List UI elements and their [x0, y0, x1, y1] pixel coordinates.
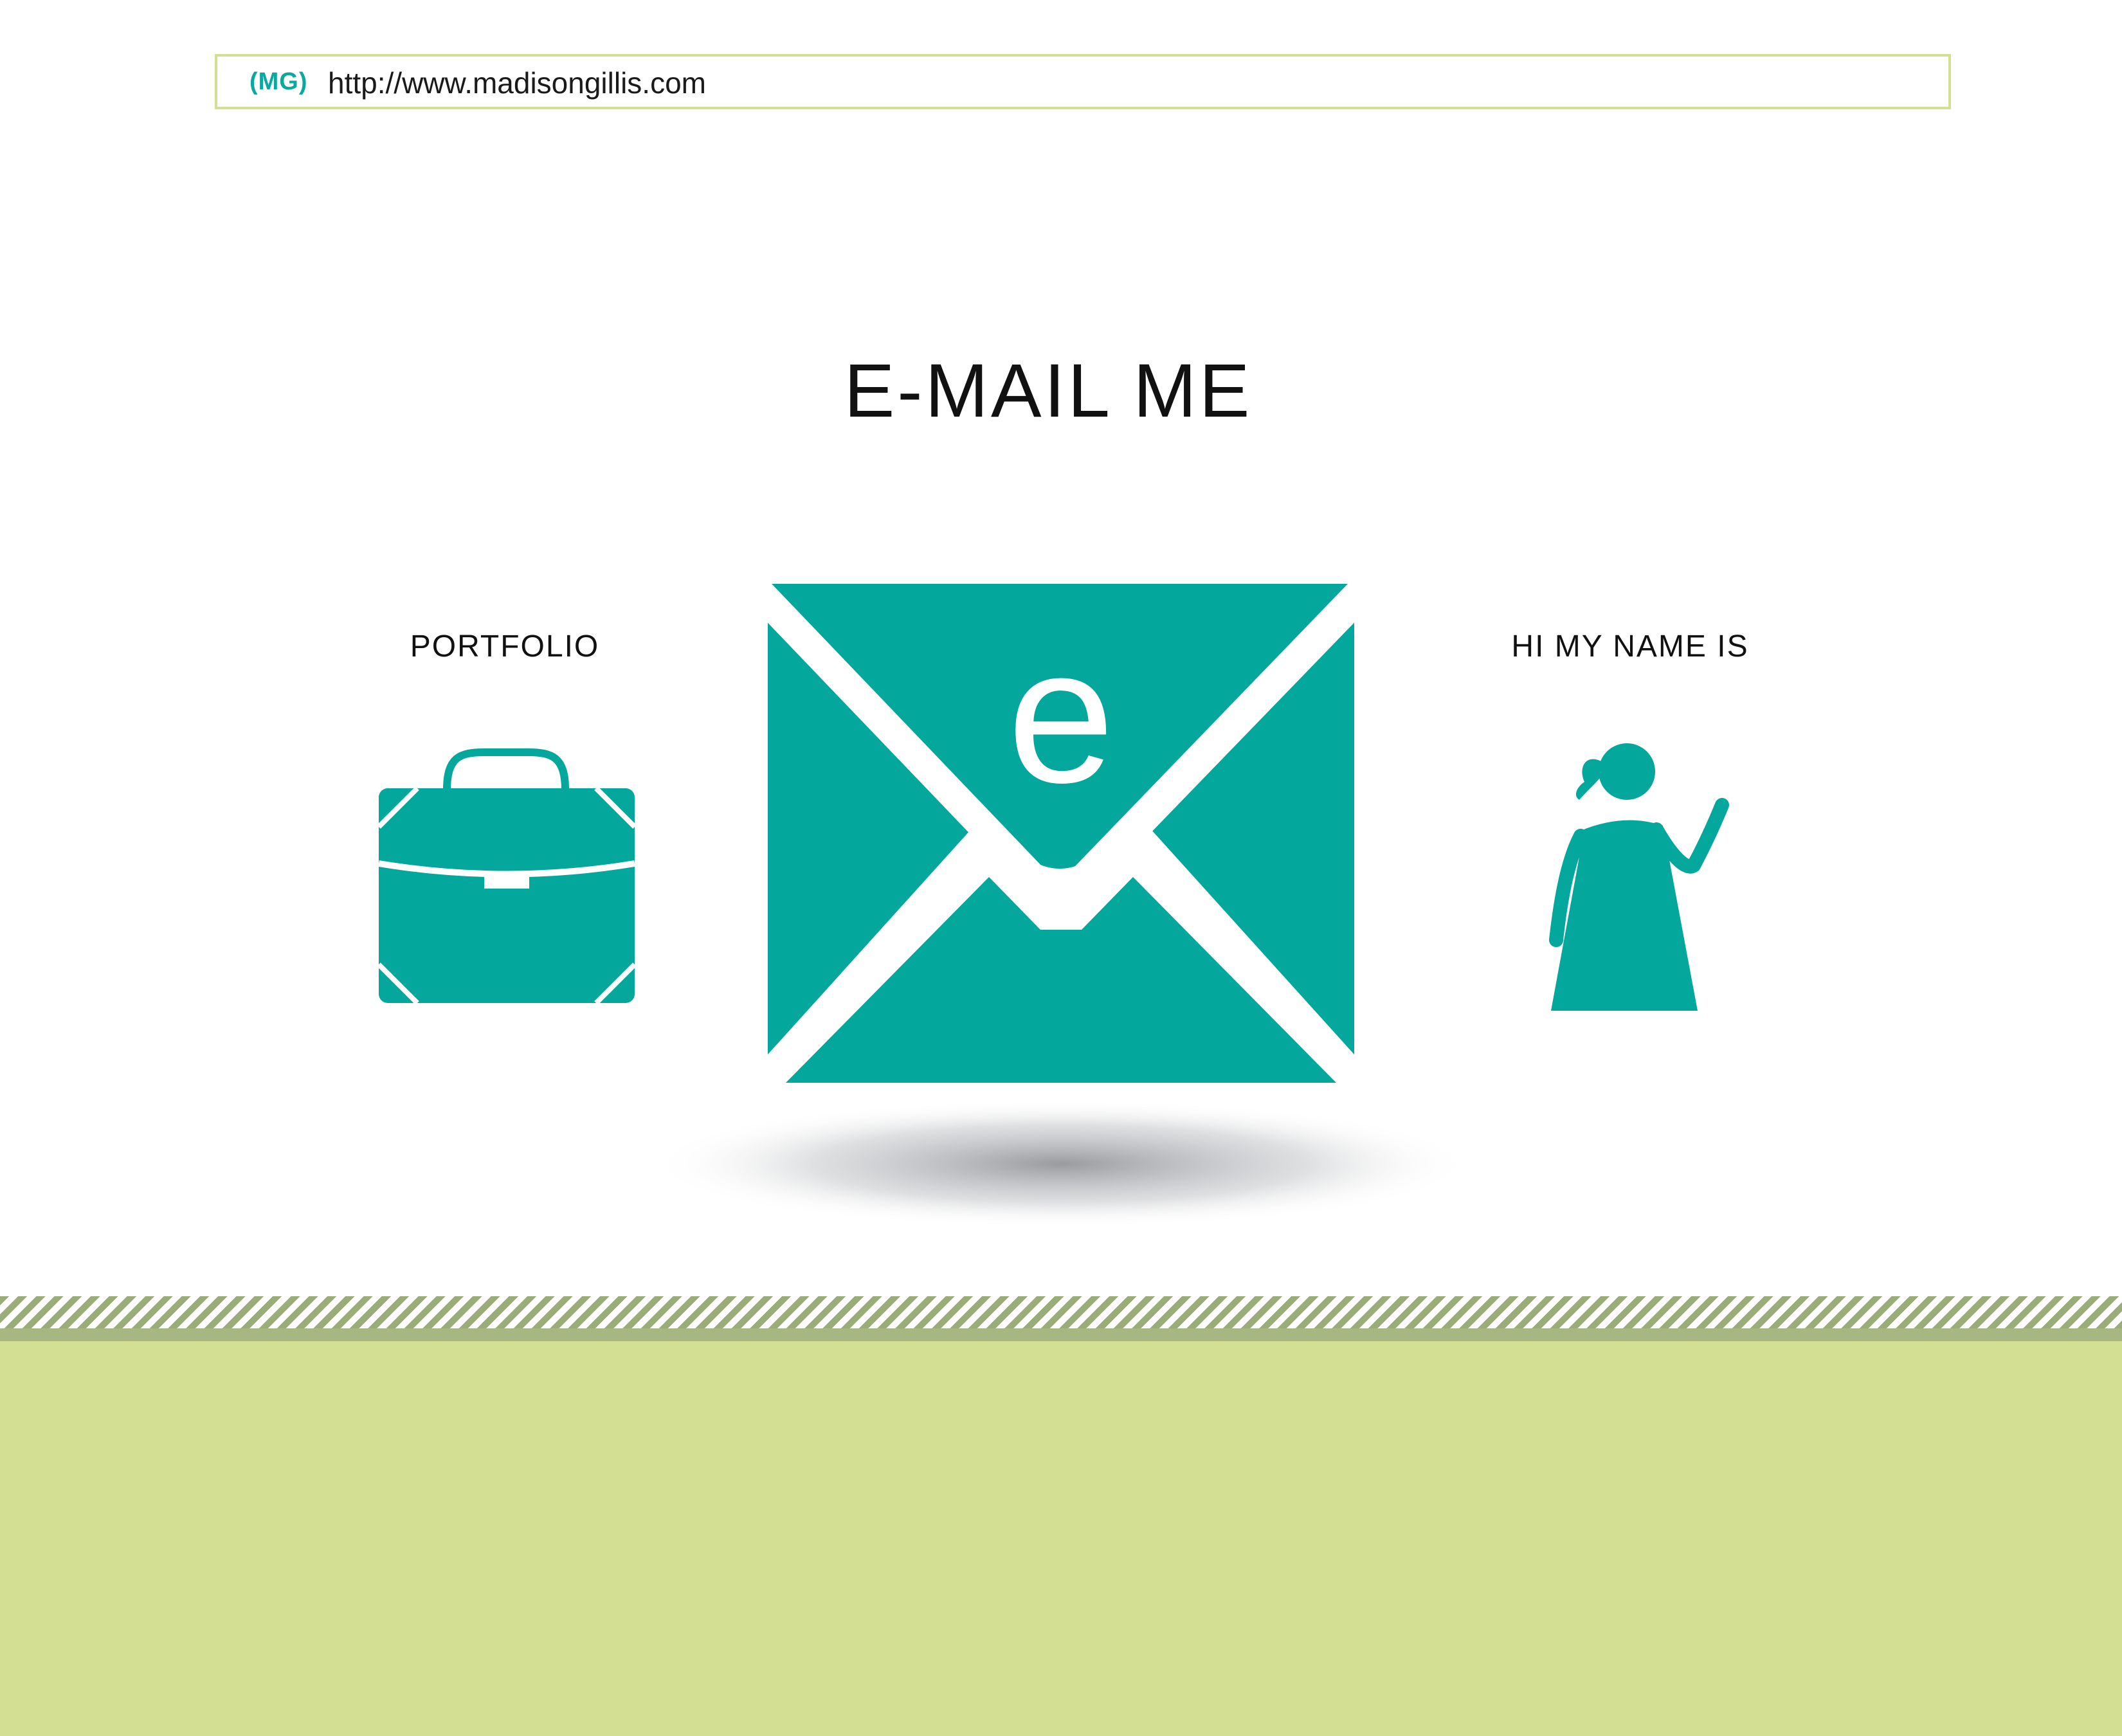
nav-portfolio-label[interactable]: PORTFOLIO — [360, 629, 649, 664]
envelope-letter: e — [1008, 607, 1115, 823]
site-badge: (MG) — [249, 68, 308, 95]
page-title: E-MAIL ME — [844, 348, 1253, 433]
envelope-icon[interactable]: e — [759, 581, 1363, 1083]
briefcase-icon[interactable] — [376, 732, 637, 1005]
url-text[interactable]: http://www.madisongillis.com — [328, 66, 706, 100]
address-bar[interactable]: (MG) http://www.madisongillis.com — [215, 54, 1951, 109]
nav-about-label[interactable]: HI MY NAME IS — [1466, 629, 1794, 664]
envelope-shadow — [643, 1093, 1479, 1234]
footer — [0, 1296, 2122, 1736]
person-waving-icon[interactable] — [1530, 728, 1749, 1017]
footer-stripe-band — [0, 1328, 2122, 1341]
